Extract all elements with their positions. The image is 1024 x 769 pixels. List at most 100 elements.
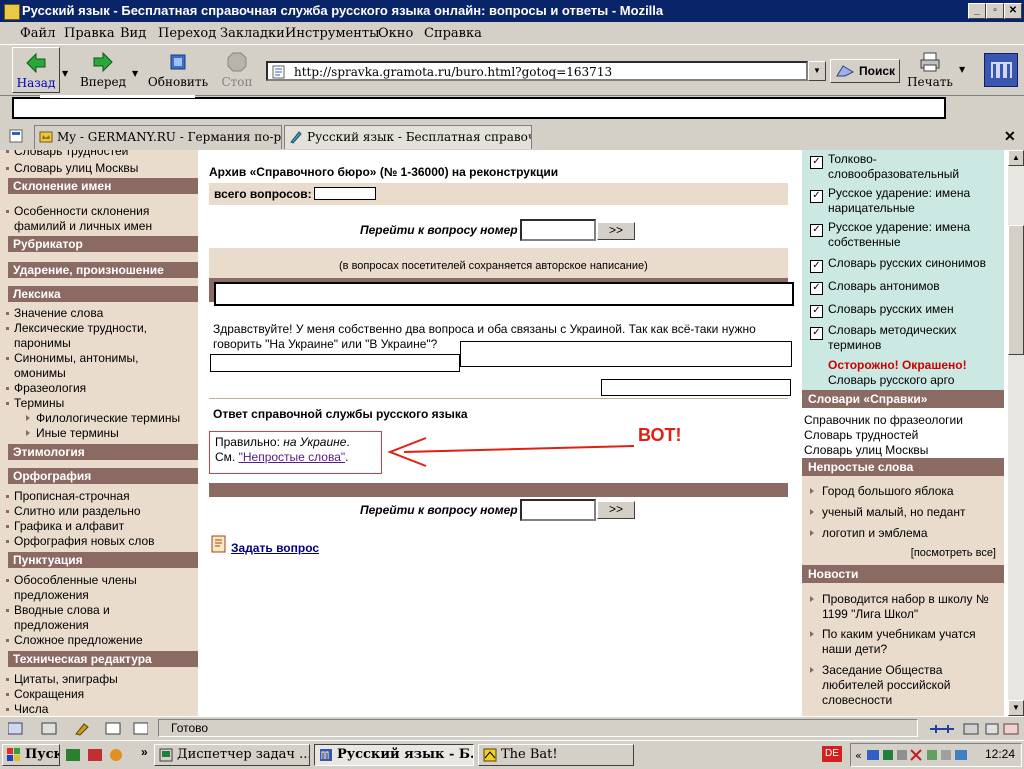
url-field[interactable]: http://spravka.gramota.ru/buro.html?goto…	[266, 61, 808, 81]
left-link-paronyms[interactable]: Лексические трудности, паронимы	[6, 321, 164, 351]
left-heading-declension[interactable]: Склонение имен	[8, 178, 198, 194]
left-link-new-words[interactable]: Орфография новых слов	[6, 534, 155, 549]
goto-input-top[interactable]	[520, 219, 596, 241]
left-heading-punctuation[interactable]: Пунктуация	[8, 552, 198, 568]
left-heading-orthography[interactable]: Орфография	[8, 468, 198, 484]
bat-icon	[483, 748, 497, 762]
left-link-surname-declension[interactable]: Особенности склонения фамилий и личных и…	[6, 204, 164, 234]
checkbox-dict-6[interactable]: ✓	[810, 327, 823, 340]
left-link-phraseology[interactable]: Фразеология	[5, 381, 86, 396]
left-link-abbreviations[interactable]: Сокращения	[5, 687, 84, 702]
left-link-hyphenation[interactable]: Слитно или раздельно	[6, 504, 141, 519]
hard-word-2[interactable]: логотип и эмблема	[810, 526, 1000, 541]
left-link-capitalization[interactable]: Прописная-строчная	[6, 489, 130, 504]
left-sidebar: Словарь трудностей Словарь улиц Москвы С…	[0, 150, 198, 716]
left-link-synonyms[interactable]: Синонимы, антонимы, омонимы	[6, 351, 164, 381]
argo-link[interactable]: Словарь русского арго	[828, 373, 954, 388]
menu-view[interactable]: Вид	[120, 26, 146, 41]
minimize-button[interactable]: _	[968, 3, 986, 19]
left-heading-tech-editing[interactable]: Техническая редактура	[8, 651, 198, 667]
news-item-2[interactable]: Заседание Общества любителей российской …	[810, 663, 1000, 708]
forward-button[interactable]: Вперед	[76, 47, 130, 93]
maximize-button[interactable]: ▫	[986, 3, 1004, 19]
title-bar: Русский язык - Бесплатная справочная слу…	[0, 0, 1024, 22]
mozilla-task-label: Русский язык - Б...	[337, 747, 474, 762]
menu-help[interactable]: Справка	[424, 26, 482, 41]
left-link-quotes[interactable]: Цитаты, эпиграфы	[6, 672, 118, 687]
scroll-down-button[interactable]: ▼	[1008, 700, 1024, 716]
stop-button[interactable]: Стоп	[214, 47, 260, 93]
right-link-streets[interactable]: Словарь улиц Москвы	[804, 443, 928, 458]
left-link-introductory-words[interactable]: Вводные слова и предложения	[6, 603, 144, 633]
ask-question-icon	[211, 535, 226, 553]
checkbox-dict-5[interactable]: ✓	[810, 305, 823, 318]
right-link-difficulties[interactable]: Словарь трудностей	[804, 428, 918, 443]
left-heading-stress[interactable]: Ударение, произношение	[8, 262, 198, 278]
tab-germany[interactable]: My - GERMANY.RU - Германия по-р...	[34, 125, 282, 149]
main-column: Архив «Справочного бюро» (№ 1-36000) на …	[198, 150, 802, 716]
quick-launch-icons[interactable]	[66, 747, 142, 763]
component-bar-icons[interactable]	[8, 721, 148, 737]
tray-icons[interactable]: «	[855, 748, 975, 762]
left-link-other-terms[interactable]: Иные термины	[26, 426, 119, 441]
left-link-complex-sentence[interactable]: Сложное предложение	[6, 633, 143, 648]
close-button[interactable]: ✕	[1004, 3, 1022, 19]
menu-edit[interactable]: Правка	[64, 26, 115, 41]
left-link-numbers[interactable]: Числа	[5, 702, 48, 716]
taskbar-the-bat[interactable]: The Bat!	[478, 744, 634, 766]
checkbox-dict-3[interactable]: ✓	[810, 260, 823, 273]
taskbar-mozilla[interactable]: Русский язык - Б...	[314, 744, 474, 766]
left-heading-lexicon[interactable]: Лексика	[8, 286, 198, 302]
mozilla-icon	[4, 4, 20, 20]
search-button[interactable]: Поиск	[830, 59, 900, 83]
back-dropdown[interactable]: ▼	[60, 47, 72, 93]
back-button[interactable]: Назад	[12, 47, 60, 93]
left-link-moscow-streets[interactable]: Словарь улиц Москвы	[5, 161, 138, 176]
menu-tools[interactable]: Инструменты	[285, 26, 379, 41]
tab-russian-language[interactable]: Русский язык - Бесплатная справочн...	[284, 125, 532, 149]
language-indicator[interactable]: DE	[822, 746, 842, 762]
left-link-philological-terms[interactable]: Филологические термины	[25, 411, 180, 426]
left-link-alphabet[interactable]: Графика и алфавит	[5, 519, 124, 534]
search-label: Поиск	[859, 64, 896, 78]
checkbox-dict-0[interactable]: ✓	[810, 156, 823, 169]
left-link-isolated-members[interactable]: Обособленные члены предложения	[6, 573, 164, 603]
menu-bookmarks[interactable]: Закладки	[220, 26, 285, 41]
menu-window[interactable]: Окно	[378, 26, 413, 41]
left-link-word-meaning[interactable]: Значение слова	[5, 306, 103, 321]
hard-word-1[interactable]: ученый малый, но педант	[810, 505, 1000, 520]
left-heading-rubricator[interactable]: Рубрикатор	[8, 236, 198, 252]
more-launch-chevron[interactable]: »	[141, 745, 148, 759]
news-item-1[interactable]: По каким учебникам учатся наши дети?	[810, 627, 1000, 657]
url-dropdown-button[interactable]: ▼	[808, 61, 826, 81]
reload-button[interactable]: Обновить	[146, 47, 210, 93]
start-button[interactable]: Пуск	[2, 744, 60, 766]
news-item-0[interactable]: Проводится набор в школу № 1199 "Лига Шк…	[810, 592, 1000, 622]
vertical-scrollbar[interactable]: ▲ ▼	[1008, 150, 1024, 716]
toolbar-field[interactable]	[12, 97, 946, 119]
new-tab-icon[interactable]	[8, 128, 24, 144]
forward-dropdown[interactable]: ▼	[130, 47, 142, 93]
right-link-phraseology[interactable]: Справочник по фразеологии	[804, 413, 963, 428]
goto-input-bottom[interactable]	[520, 499, 596, 521]
scroll-up-button[interactable]: ▲	[1008, 150, 1024, 166]
taskbar-task-manager[interactable]: Диспетчер задач ...	[154, 744, 310, 766]
checkbox-dict-1[interactable]: ✓	[810, 190, 823, 203]
ask-question-link[interactable]: Задать вопрос	[231, 541, 319, 555]
close-tab-icon[interactable]: ✕	[1004, 128, 1016, 145]
left-link-terms[interactable]: Термины	[5, 396, 64, 411]
hard-words-link[interactable]: "Непростые слова"	[239, 450, 346, 464]
print-button[interactable]: Печать	[906, 47, 954, 93]
print-dropdown[interactable]: ▼	[956, 47, 970, 93]
scroll-thumb[interactable]	[1008, 225, 1024, 355]
see-all-link[interactable]: [посмотреть все]	[911, 547, 996, 559]
left-link-difficulties[interactable]: Словарь трудностей	[5, 150, 128, 159]
hard-word-0[interactable]: Город большого яблока	[810, 484, 1000, 499]
checkbox-dict-2[interactable]: ✓	[810, 224, 823, 237]
goto-button-top[interactable]: >>	[597, 222, 635, 240]
menu-go[interactable]: Переход	[158, 26, 216, 41]
left-heading-etymology[interactable]: Этимология	[8, 444, 198, 460]
goto-button-bottom[interactable]: >>	[597, 501, 635, 519]
checkbox-dict-4[interactable]: ✓	[810, 282, 823, 295]
menu-file[interactable]: Файл	[20, 26, 55, 41]
